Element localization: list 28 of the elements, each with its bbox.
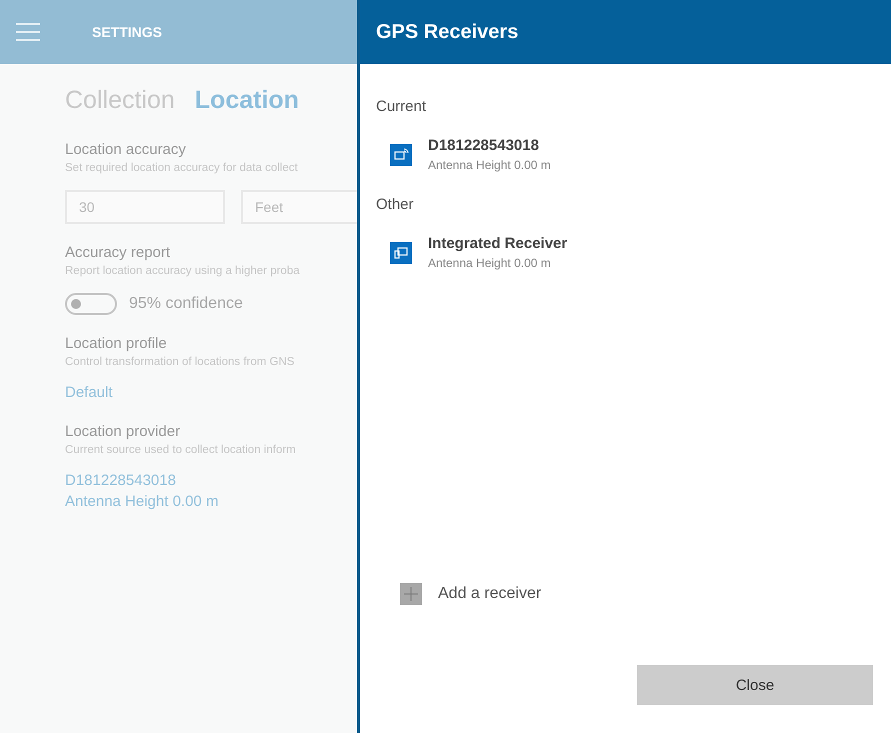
tab[interactable]: Location	[194, 86, 299, 115]
wireless-device-icon	[390, 144, 412, 166]
setting-heading: Accuracy report	[65, 244, 170, 261]
receiver-name: D181228543018	[428, 137, 540, 154]
receiver-detail: Antenna Height 0.00 m	[428, 158, 551, 172]
receiver-detail: Antenna Height 0.00 m	[428, 256, 552, 270]
setting-heading: Location accuracy	[65, 141, 186, 158]
setting-heading: Location provider	[65, 423, 180, 440]
setting-heading: Location profile	[65, 335, 167, 352]
receiver-item[interactable]: Integrated Receiver Antenna Height 0.00 m	[376, 235, 891, 270]
add-receiver-button[interactable]: Add a receiver	[400, 583, 542, 605]
device-icon	[390, 242, 412, 264]
app-title: SETTINGS	[92, 24, 162, 40]
receiver-item[interactable]: D181228543018 Antenna Height 0.00 m	[376, 137, 891, 172]
group-heading: Current	[376, 98, 428, 115]
link[interactable]: D181228543018	[65, 470, 218, 491]
dialog-title: GPS Receivers	[376, 20, 518, 44]
receiver-name: Integrated Receiver	[428, 235, 568, 252]
number-field[interactable]: 30	[65, 190, 225, 224]
menu-icon	[16, 23, 40, 41]
unit-field[interactable]: Feet	[241, 190, 357, 224]
plus-icon	[400, 583, 422, 605]
link[interactable]: Antenna Height 0.00 m	[65, 491, 218, 512]
group-heading: Other	[376, 196, 415, 213]
link[interactable]: Default	[65, 382, 113, 403]
toggle-label: 95% confidence	[129, 295, 243, 313]
toggle-switch[interactable]	[65, 293, 117, 315]
close-button[interactable]: Close	[637, 665, 873, 705]
